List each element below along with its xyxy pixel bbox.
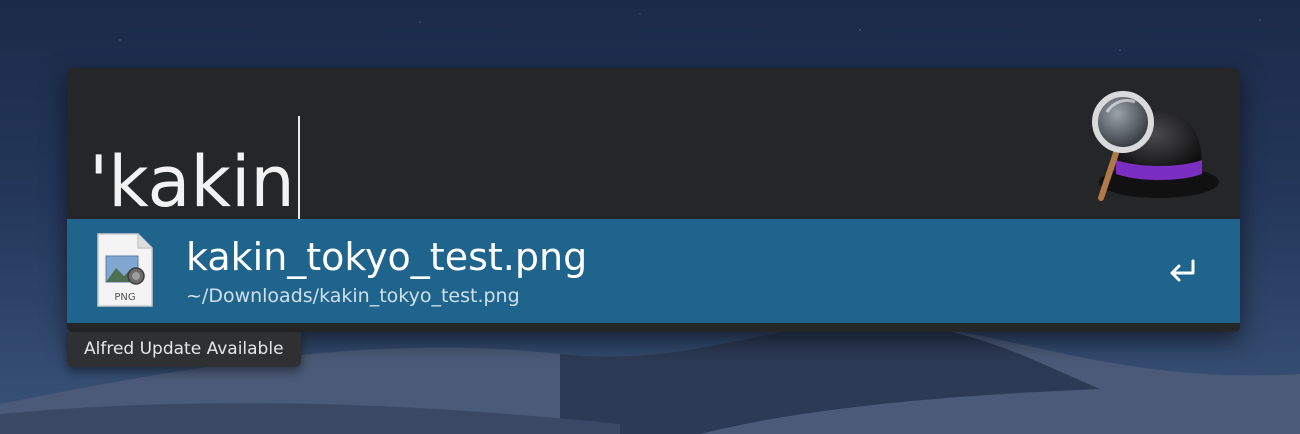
- result-title: kakin_tokyo_test.png: [186, 235, 588, 279]
- alfred-window: 'kakin PNG kakin_tokyo_test.png ~/Downlo…: [67, 68, 1240, 332]
- file-type-label: PNG: [114, 292, 135, 303]
- png-file-icon: PNG: [97, 233, 153, 307]
- result-row-selected[interactable]: PNG kakin_tokyo_test.png ~/Downloads/kak…: [67, 219, 1240, 323]
- search-query-text: 'kakin: [89, 141, 295, 223]
- alfred-hat-magnifier-icon: [1092, 91, 1219, 201]
- return-key-icon: [1170, 259, 1195, 282]
- result-subtitle: ~/Downloads/kakin_tokyo_test.png: [186, 285, 520, 307]
- update-available-banner[interactable]: Alfred Update Available: [67, 332, 301, 367]
- desktop-background: 'kakin PNG kakin_tokyo_test.png ~/Downlo…: [0, 0, 1300, 434]
- search-bar[interactable]: 'kakin: [67, 68, 1240, 248]
